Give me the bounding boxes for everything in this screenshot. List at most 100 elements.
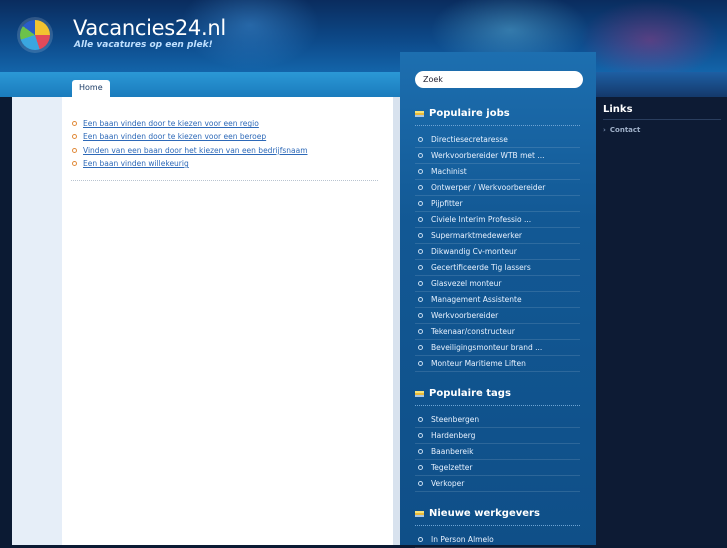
list-item[interactable]: Directiesecretaresse xyxy=(415,132,580,148)
section-rule xyxy=(415,125,580,126)
job-link[interactable]: Management Assistente xyxy=(431,295,522,304)
list-item[interactable]: Werkvoorbereider WTB met ... xyxy=(415,148,580,164)
list-item[interactable]: Gecertificeerde Tig lassers xyxy=(415,260,580,276)
job-link[interactable]: Beveiligingsmonteur brand ... xyxy=(431,343,542,352)
bullet-icon xyxy=(418,201,423,206)
tag-link[interactable]: Hardenberg xyxy=(431,431,475,440)
bullet-icon xyxy=(418,137,423,142)
list-item[interactable]: Pijpfitter xyxy=(415,196,580,212)
list-item: Een baan vinden door te kiezen voor een … xyxy=(72,130,308,143)
list-item[interactable]: Civiele Interim Professio ... xyxy=(415,212,580,228)
job-link[interactable]: Tekenaar/constructeur xyxy=(431,327,515,336)
bullet-icon xyxy=(418,153,423,158)
list-item[interactable]: Supermarktmedewerker xyxy=(415,228,580,244)
bullet-icon xyxy=(418,465,423,470)
column-gap xyxy=(393,97,400,545)
bullet-icon xyxy=(72,161,77,167)
link-random[interactable]: Een baan vinden willekeurig xyxy=(83,159,189,168)
flag-icon xyxy=(415,510,424,517)
globe-logo-icon[interactable] xyxy=(20,20,50,50)
search-input[interactable] xyxy=(415,71,583,88)
bullet-icon xyxy=(418,281,423,286)
content-divider xyxy=(71,180,378,181)
employer-link[interactable]: In Person Almelo xyxy=(431,535,494,544)
links-rule xyxy=(603,119,721,120)
tag-link[interactable]: Verkoper xyxy=(431,479,464,488)
list-item[interactable]: Monteur Maritieme Liften xyxy=(415,356,580,372)
contact-label[interactable]: Contact xyxy=(610,126,641,134)
job-link[interactable]: Machinist xyxy=(431,167,467,176)
left-margin xyxy=(12,97,62,545)
job-link[interactable]: Werkvoorbereider xyxy=(431,311,498,320)
bullet-icon xyxy=(418,481,423,486)
section-rule xyxy=(415,525,580,526)
site-title[interactable]: Vacancies24.nl xyxy=(73,16,226,40)
list-item[interactable]: Glasvezel monteur xyxy=(415,276,580,292)
section-popular-jobs: Populaire jobs xyxy=(415,108,510,119)
job-link[interactable]: Ontwerper / Werkvoorbereider xyxy=(431,183,545,192)
section-rule xyxy=(415,405,580,406)
bullet-icon xyxy=(418,449,423,454)
job-link[interactable]: Directiesecretaresse xyxy=(431,135,508,144)
bullet-icon xyxy=(418,169,423,174)
sidebar: Populaire jobs Directiesecretaresse Werk… xyxy=(400,52,596,548)
site-tagline: Alle vacatures op een plek! xyxy=(74,40,213,50)
list-item: Een baan vinden willekeurig xyxy=(72,157,308,170)
link-region[interactable]: Een baan vinden door te kiezen voor een … xyxy=(83,119,259,128)
list-item[interactable]: Hardenberg xyxy=(415,428,580,444)
bullet-icon xyxy=(418,361,423,366)
job-link[interactable]: Glasvezel monteur xyxy=(431,279,502,288)
right-column: Links › Contact xyxy=(596,97,727,545)
popular-jobs-list: Directiesecretaresse Werkvoorbereider WT… xyxy=(415,132,580,372)
bullet-icon xyxy=(418,297,423,302)
tag-link[interactable]: Steenbergen xyxy=(431,415,479,424)
job-link[interactable]: Gecertificeerde Tig lassers xyxy=(431,263,531,272)
bullet-icon xyxy=(418,233,423,238)
list-item[interactable]: Tekenaar/constructeur xyxy=(415,324,580,340)
list-item[interactable]: In Person Almelo xyxy=(415,532,580,548)
list-item[interactable]: Baanbereik xyxy=(415,444,580,460)
list-item: Een baan vinden door te kiezen voor een … xyxy=(72,117,308,130)
job-link[interactable]: Werkvoorbereider WTB met ... xyxy=(431,151,544,160)
right-column-top xyxy=(596,72,727,97)
flag-icon xyxy=(415,390,424,397)
job-link[interactable]: Supermarktmedewerker xyxy=(431,231,522,240)
tag-link[interactable]: Tegelzetter xyxy=(431,463,473,472)
section-title: Populaire jobs xyxy=(429,108,510,119)
flag-icon xyxy=(415,110,424,117)
bullet-icon xyxy=(418,185,423,190)
job-link[interactable]: Civiele Interim Professio ... xyxy=(431,215,531,224)
job-link[interactable]: Monteur Maritieme Liften xyxy=(431,359,526,368)
bullet-icon xyxy=(418,417,423,422)
job-link[interactable]: Pijpfitter xyxy=(431,199,463,208)
link-company[interactable]: Vinden van een baan door het kiezen van … xyxy=(83,146,308,155)
search-options-list: Een baan vinden door te kiezen voor een … xyxy=(72,117,308,170)
link-profession[interactable]: Een baan vinden door te kiezen voor een … xyxy=(83,132,266,141)
tag-link[interactable]: Baanbereik xyxy=(431,447,473,456)
tab-home[interactable]: Home xyxy=(72,80,110,97)
list-item[interactable]: Ontwerper / Werkvoorbereider xyxy=(415,180,580,196)
bullet-icon xyxy=(418,345,423,350)
popular-tags-list: Steenbergen Hardenberg Baanbereik Tegelz… xyxy=(415,412,580,492)
bullet-icon xyxy=(418,329,423,334)
site-header: Vacancies24.nl Alle vacatures op een ple… xyxy=(0,0,727,75)
list-item[interactable]: Management Assistente xyxy=(415,292,580,308)
contact-link[interactable]: › Contact xyxy=(603,126,640,134)
bullet-icon xyxy=(418,537,423,542)
list-item[interactable]: Steenbergen xyxy=(415,412,580,428)
bullet-icon xyxy=(418,217,423,222)
list-item[interactable]: Beveiligingsmonteur brand ... xyxy=(415,340,580,356)
list-item[interactable]: Werkvoorbereider xyxy=(415,308,580,324)
section-title: Nieuwe werkgevers xyxy=(429,508,540,519)
list-item[interactable]: Tegelzetter xyxy=(415,460,580,476)
section-new-employers: Nieuwe werkgevers xyxy=(415,508,540,519)
section-popular-tags: Populaire tags xyxy=(415,388,511,399)
bullet-icon xyxy=(418,249,423,254)
new-employers-list: In Person Almelo xyxy=(415,532,580,548)
section-title: Populaire tags xyxy=(429,388,511,399)
list-item[interactable]: Dikwandig Cv-monteur xyxy=(415,244,580,260)
bullet-icon xyxy=(72,134,77,140)
list-item[interactable]: Machinist xyxy=(415,164,580,180)
list-item[interactable]: Verkoper xyxy=(415,476,580,492)
job-link[interactable]: Dikwandig Cv-monteur xyxy=(431,247,517,256)
